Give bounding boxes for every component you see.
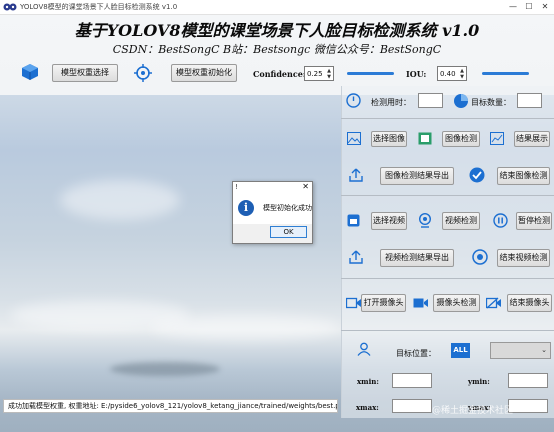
target-select[interactable]: ⌄ xyxy=(490,342,551,359)
count-label: 目标数量： xyxy=(471,98,511,107)
close-button[interactable]: ✕ xyxy=(538,1,552,13)
xmin-field xyxy=(392,373,432,388)
open-camera-button[interactable]: 打开摄像头 xyxy=(361,294,406,312)
iou-label: IOU: xyxy=(406,69,427,79)
ok-button[interactable]: OK xyxy=(270,226,307,238)
dialog-title: ! xyxy=(235,183,238,191)
stop-camera-button[interactable]: 结束摄像头 xyxy=(507,294,552,312)
check-circle-icon xyxy=(469,167,485,183)
stop-circle-icon xyxy=(472,249,488,265)
image-detect-icon xyxy=(418,132,432,145)
confidence-label: Confidence: xyxy=(253,69,306,79)
divider xyxy=(341,118,554,119)
time-label: 检测用时： xyxy=(371,98,411,107)
pause-icon xyxy=(493,213,508,228)
camera-off-icon xyxy=(486,297,501,309)
page-subtitle: CSDN：BestSongC B站：Bestsongc 微信公众号：BestSo… xyxy=(112,43,442,56)
app-logo-icon xyxy=(3,3,17,11)
target-position-label: 目标位置： xyxy=(396,349,436,358)
dialog-message: 模型初始化成功 xyxy=(263,204,312,212)
iou-slider[interactable] xyxy=(482,72,529,75)
chevron-down-icon: ⌄ xyxy=(541,346,547,354)
webcam-icon xyxy=(419,213,431,228)
page-title: 基于YOLOV8模型的课堂场景下人脸目标检测系统 v1.0 xyxy=(74,21,480,40)
select-weights-button[interactable]: 模型权重选择 xyxy=(52,64,118,82)
spin-arrows-icon[interactable]: ▲ ▼ xyxy=(459,68,465,80)
video-camera-icon xyxy=(413,298,428,308)
ymin-field xyxy=(508,373,548,388)
ymax-field xyxy=(508,399,548,413)
detect-video-button[interactable]: 视频检测 xyxy=(442,212,480,230)
confidence-spinbox[interactable]: 0.25 ▲ ▼ xyxy=(304,66,334,81)
status-bar: 成功加载模型权重, 权重地址: E:/pyside6_yolov8_121/yo… xyxy=(3,399,338,413)
iou-spinbox[interactable]: 0.40 ▲ ▼ xyxy=(437,66,467,81)
all-badge-icon: ALL xyxy=(451,343,470,358)
user-icon xyxy=(357,342,371,356)
xmax-field xyxy=(392,399,432,413)
pie-chart-icon xyxy=(454,94,468,108)
window-title: YOLOV8模型的课堂场景下人脸目标检测系统 v1.0 xyxy=(20,3,178,11)
upload-icon xyxy=(349,168,363,182)
spin-arrows-icon[interactable]: ▲ ▼ xyxy=(326,68,332,80)
background-island xyxy=(110,362,220,376)
divider xyxy=(341,195,554,196)
time-value-box xyxy=(418,93,443,108)
watermark: @稀土掘金技术社区 xyxy=(432,406,514,416)
dialog-close-icon[interactable]: ✕ xyxy=(302,182,309,191)
count-value-box xyxy=(517,93,542,108)
title-bar: YOLOV8模型的课堂场景下人脸目标检测系统 v1.0 — ☐ ✕ xyxy=(0,0,554,15)
info-icon: i xyxy=(238,200,254,216)
select-video-button[interactable]: 选择视频 xyxy=(371,212,407,230)
app-window: YOLOV8模型的课堂场景下人脸目标检测系统 v1.0 — ☐ ✕ 基于YOLO… xyxy=(0,0,554,432)
maximize-button[interactable]: ☐ xyxy=(522,1,536,13)
detect-camera-button[interactable]: 摄像头检测 xyxy=(433,294,480,312)
init-weights-button[interactable]: 模型权重初始化 xyxy=(171,64,237,82)
stop-image-detect-button[interactable]: 结束图像检测 xyxy=(497,167,550,185)
stop-video-detect-button[interactable]: 结束视频检测 xyxy=(497,249,550,267)
chart-line-icon xyxy=(490,132,504,145)
divider xyxy=(341,330,554,331)
minimize-button[interactable]: — xyxy=(506,1,520,13)
export-video-result-button[interactable]: 视频检测结果导出 xyxy=(380,249,454,267)
background-cloud xyxy=(60,180,180,220)
background-cloud xyxy=(150,315,340,340)
show-result-button[interactable]: 结果展示 xyxy=(514,131,550,147)
cube-icon xyxy=(22,64,38,80)
pause-detect-button[interactable]: 暂停检测 xyxy=(516,212,552,230)
ymin-label: ymin: xyxy=(468,377,490,386)
export-image-result-button[interactable]: 图像检测结果导出 xyxy=(380,167,454,185)
target-icon xyxy=(134,64,152,82)
select-image-button[interactable]: 选择图像 xyxy=(371,131,407,147)
video-file-icon xyxy=(347,214,360,227)
iou-value: 0.40 xyxy=(440,70,456,78)
message-dialog: ! ✕ i 模型初始化成功 OK xyxy=(232,181,313,244)
xmin-label: xmin: xyxy=(357,377,379,386)
xmax-label: xmax: xyxy=(356,403,379,412)
camera-icon xyxy=(346,297,361,309)
confidence-slider[interactable] xyxy=(347,72,394,75)
detect-image-button[interactable]: 图像检测 xyxy=(442,131,480,147)
confidence-value: 0.25 xyxy=(307,70,323,78)
image-icon xyxy=(347,132,361,145)
upload-icon xyxy=(349,250,363,264)
divider xyxy=(341,278,554,279)
clock-icon xyxy=(346,93,361,108)
